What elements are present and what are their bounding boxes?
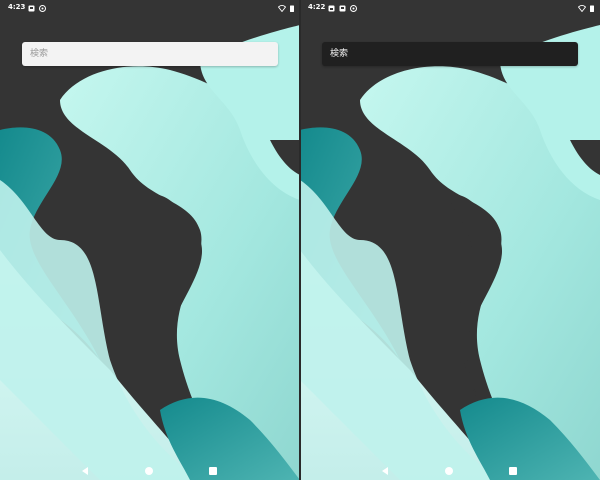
notification-icon	[328, 3, 335, 12]
search-input[interactable]: 検索	[322, 42, 578, 66]
recents-icon[interactable]	[508, 461, 520, 475]
search-input[interactable]: 検索	[22, 42, 278, 66]
status-bar: 4:23	[0, 0, 300, 14]
status-right	[577, 3, 594, 17]
back-icon[interactable]	[80, 461, 92, 475]
status-notifications	[28, 3, 46, 12]
screens-container: 4:23 検索 4:22 検索	[0, 0, 600, 480]
screen-divider	[299, 0, 301, 480]
home-icon[interactable]	[144, 461, 156, 475]
status-right	[277, 3, 294, 17]
status-bar: 4:22	[300, 0, 600, 14]
back-icon[interactable]	[380, 461, 392, 475]
notification-icon	[339, 3, 346, 12]
navigation-bar	[300, 454, 600, 480]
status-notifications	[328, 3, 357, 12]
battery-icon	[290, 3, 294, 17]
wallpaper	[0, 0, 300, 480]
battery-icon	[590, 3, 594, 17]
wallpaper	[300, 0, 600, 480]
navigation-bar	[0, 454, 300, 480]
notification-icon	[28, 3, 35, 12]
wifi-icon	[577, 3, 587, 17]
status-time: 4:22	[308, 3, 326, 11]
wifi-icon	[277, 3, 287, 17]
screen-light-search: 4:23 検索	[0, 0, 300, 480]
status-time: 4:23	[8, 3, 26, 11]
screen-dark-search: 4:22 検索	[300, 0, 600, 480]
settings-icon	[39, 3, 46, 12]
home-icon[interactable]	[444, 461, 456, 475]
recents-icon[interactable]	[208, 461, 220, 475]
settings-icon	[350, 3, 357, 12]
